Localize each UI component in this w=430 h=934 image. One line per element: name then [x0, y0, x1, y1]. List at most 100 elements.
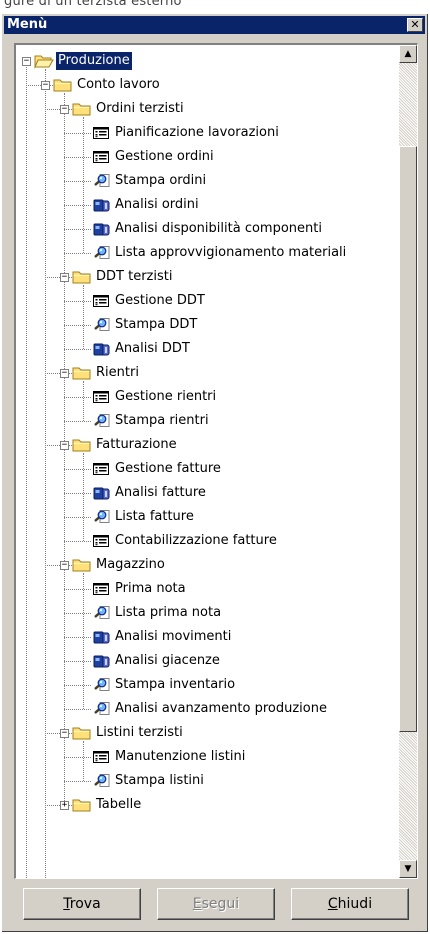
tree-item-label: Gestione DDT [115, 293, 205, 308]
tree-connector-line [64, 253, 91, 254]
tree-item-label: Analisi DDT [115, 341, 190, 356]
window-title: Menù [7, 17, 48, 32]
tree-item-label: Stampa rientri [115, 413, 209, 428]
chiudi-button[interactable]: Chiudi [291, 888, 409, 920]
menu-tree[interactable]: − Produzione − Conto lavoro − Ordini terzisti… [16, 45, 398, 878]
tree-item-label: Magazzino [96, 557, 165, 572]
tree-connector-line [64, 493, 91, 494]
tree-item-label: Stampa DDT [115, 317, 198, 332]
page-fragment-text: gure di un terzista esterno [4, 0, 182, 9]
collapse-icon[interactable]: − [22, 57, 31, 66]
tree-guide-line [83, 741, 84, 781]
chiudi-accel: C [327, 896, 338, 912]
tree-item-label: Contabilizzazione fatture [115, 533, 277, 548]
analysis-icon [93, 223, 110, 236]
page-fragment-strip: gure di un terzista esterno [0, 0, 430, 14]
tree-item-label: Analisi giacenze [115, 653, 220, 668]
title-bar: Menù ✕ [4, 16, 425, 34]
tree-item-label: Ordini terzisti [96, 101, 184, 116]
tree-connector-line [64, 397, 91, 398]
form-icon [93, 295, 109, 307]
tree-item-label: Stampa ordini [115, 173, 207, 188]
tree-item-label: Lista approvvigionamento materiali [115, 245, 347, 260]
esegui-button[interactable]: Esegui [157, 888, 275, 920]
tree-connector-line [64, 157, 91, 158]
tree-item-label: Tabelle [96, 797, 142, 812]
folder-icon [72, 367, 91, 380]
folder-icon [72, 559, 91, 572]
tree-connector-line [64, 757, 91, 758]
arrow-up-icon: ▲ [404, 49, 412, 59]
form-icon [93, 583, 109, 595]
tree-guide-line [83, 285, 84, 349]
tree-guide-line [83, 573, 84, 709]
esegui-label: segui [201, 896, 240, 912]
esegui-accel: E [192, 896, 202, 912]
tree-item-label: Gestione rientri [115, 389, 217, 404]
tree-item-label: Stampa inventario [115, 677, 236, 692]
tree-item-label: Fatturazione [96, 437, 177, 452]
collapse-icon[interactable]: − [60, 441, 69, 450]
folder-icon [72, 799, 91, 812]
collapse-icon[interactable]: − [60, 561, 69, 570]
analysis-icon [93, 487, 110, 500]
collapse-icon[interactable]: − [60, 369, 69, 378]
analysis-icon [93, 655, 110, 668]
tree-connector-line [64, 661, 91, 662]
tree-connector-line [64, 517, 91, 518]
close-icon: ✕ [410, 18, 420, 31]
form-icon [93, 535, 109, 547]
tree-connector-line [64, 325, 91, 326]
scroll-thumb[interactable] [399, 146, 417, 732]
folder-icon [72, 103, 91, 116]
open-folder-icon [34, 55, 54, 69]
vertical-scrollbar[interactable]: ▲ ▼ [399, 45, 417, 878]
magnifier-icon [94, 414, 110, 427]
menu-window: Menù ✕ − Produzione − Conto lavoro − Ordini t… [2, 14, 428, 932]
tree-connector-line [64, 685, 91, 686]
tree-item-label: Stampa listini [115, 773, 204, 788]
arrow-down-icon: ▼ [404, 864, 412, 874]
tree-connector-line [64, 541, 91, 542]
tree-item-label: Gestione ordini [115, 149, 214, 164]
tree-connector-line [64, 781, 91, 782]
scroll-down-button[interactable]: ▼ [399, 860, 417, 878]
tree-connector-line [64, 301, 91, 302]
collapse-icon[interactable]: − [60, 729, 69, 738]
tree-item-label: Manutenzione listini [115, 749, 246, 764]
tree-guide-line [45, 85, 46, 878]
tree-item-label: Prima nota [115, 581, 186, 596]
tree-connector-line [64, 589, 91, 590]
close-button[interactable]: ✕ [407, 18, 423, 32]
tree-guide-line [83, 453, 84, 541]
magnifier-icon [94, 774, 110, 787]
tree-item-label: DDT terzisti [96, 269, 173, 284]
scroll-up-button[interactable]: ▲ [399, 45, 417, 63]
collapse-icon[interactable]: − [41, 81, 50, 90]
tree-item-label: Analisi disponibilità componenti [115, 221, 322, 236]
form-icon [93, 151, 109, 163]
analysis-icon [93, 631, 110, 644]
tree-item-label: Rientri [96, 365, 139, 380]
tree-guide-line [83, 117, 84, 253]
collapse-icon[interactable]: − [60, 273, 69, 282]
tree-item-label: Conto lavoro [77, 77, 160, 92]
tree-connector-line [64, 349, 91, 350]
magnifier-icon [94, 174, 110, 187]
expand-icon[interactable]: + [60, 801, 69, 810]
collapse-icon[interactable]: − [60, 105, 69, 114]
chiudi-label: hiudi [337, 896, 373, 912]
magnifier-icon [94, 702, 110, 715]
magnifier-icon [94, 246, 110, 259]
tree-connector-line [64, 133, 91, 134]
tree-guide-line [26, 61, 27, 878]
tree-connector-line [64, 637, 91, 638]
form-icon [93, 751, 109, 763]
trova-button[interactable]: Trova [23, 888, 141, 920]
tree-item-label: Listini terzisti [96, 725, 183, 740]
trova-label: rova [69, 896, 101, 912]
tree-item-label: Lista prima nota [115, 605, 222, 620]
menu-tree-panel: − Produzione − Conto lavoro − Ordini terzisti… [14, 43, 418, 879]
tree-item-label: Lista fatture [115, 509, 194, 524]
tree-connector-line [64, 421, 91, 422]
